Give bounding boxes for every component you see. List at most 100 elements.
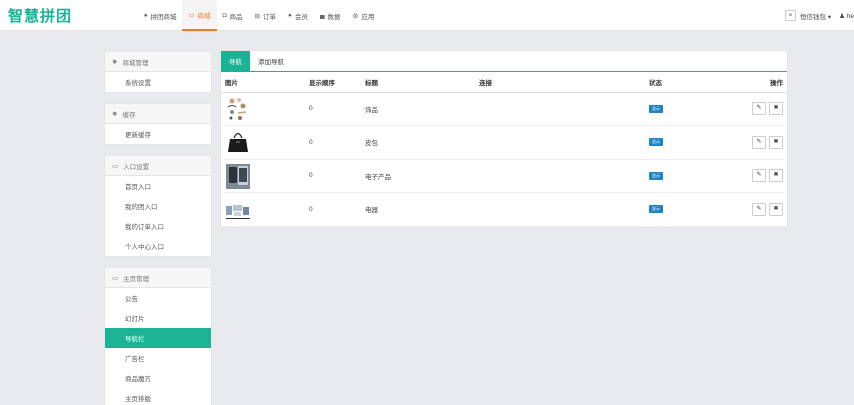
sidebar-group: ✹ 缓存 更新缓存 <box>104 103 212 145</box>
top-bar: 智慧拼团 ♠ 拼团商城 ▭ 商城 ◘ 商品 ⊞ 订单 ● 会员 ▄ 数据 ⚙ 应用 × 恒信钱包 ▾ ♟ … <box>0 0 854 31</box>
sidebar-group-title: 入口设置 <box>123 163 150 171</box>
row-ops: ✎ ✖ <box>717 192 787 227</box>
topnav-item-6[interactable]: ⚙ 应用 <box>347 0 381 31</box>
table-row: 0 电子产品 显示 ✎ ✖ <box>221 159 787 193</box>
col-image: 图片 <box>221 72 305 93</box>
row-image <box>221 159 305 193</box>
row-ops: ✎ ✖ <box>717 159 787 193</box>
status-badge[interactable]: 显示 <box>649 205 663 214</box>
topnav-item-0[interactable]: ♠ 拼团商城 <box>138 0 182 31</box>
topnav-item-4[interactable]: ● 会员 <box>282 0 314 31</box>
topnav-item-1[interactable]: ▭ 商城 <box>182 0 217 31</box>
tab-0[interactable]: 导航 <box>221 51 250 71</box>
sidebar-item[interactable]: 首页入口 <box>105 176 211 196</box>
row-order: 0 <box>305 92 361 126</box>
topnav-label: 拼团商城 <box>150 13 177 21</box>
cogs-icon: ⚙ <box>352 12 359 20</box>
row-status: 显示 <box>645 192 717 227</box>
sidebar-item[interactable]: 我的订单入口 <box>105 216 211 236</box>
top-nav: ♠ 拼团商城 ▭ 商城 ◘ 商品 ⊞ 订单 ● 会员 ▄ 数据 ⚙ 应用 <box>138 0 380 31</box>
sidebar-item[interactable]: 幻灯片 <box>105 308 211 328</box>
topnav-item-3[interactable]: ⊞ 订单 <box>249 0 282 31</box>
main-panel: 导航 添加导航 图片 显示顺序 标题 连接 状态 操作 0 饰品 显示 ✎ ✖ 0 皮包 显示 ✎… <box>220 50 788 228</box>
edit-icon[interactable]: ✎ <box>752 202 766 216</box>
col-order: 显示顺序 <box>305 72 361 93</box>
sidebar-item[interactable]: 商品魔方 <box>105 368 211 388</box>
row-image <box>221 92 305 126</box>
thumbnail-bag[interactable] <box>225 129 301 155</box>
row-order: 0 <box>305 159 361 193</box>
tab-1[interactable]: 添加导航 <box>250 51 292 71</box>
row-status: 显示 <box>645 125 717 160</box>
tab-bar: 导航 添加导航 <box>221 51 787 72</box>
row-link <box>475 92 645 126</box>
sidebar-group: ✹ 商城管理 系统设置 <box>104 51 212 93</box>
delete-icon[interactable]: ✖ <box>769 135 783 149</box>
row-status: 显示 <box>645 159 717 193</box>
window-icon: ▭ <box>112 162 119 170</box>
sidebar-group-title: 缓存 <box>122 111 136 119</box>
topnav-label: 商城 <box>197 12 211 20</box>
topnav-item-2[interactable]: ◘ 商品 <box>217 0 249 31</box>
sidebar-item[interactable]: 我的团入口 <box>105 196 211 216</box>
row-title: 饰品 <box>361 92 475 126</box>
col-status: 状态 <box>645 72 717 93</box>
edit-icon[interactable]: ✎ <box>752 102 766 116</box>
table-header-row: 图片 显示顺序 标题 连接 状态 操作 <box>221 72 787 93</box>
row-title: 皮包 <box>361 125 475 160</box>
topnav-label: 应用 <box>361 13 375 21</box>
cart-icon: ⊞ <box>254 12 260 20</box>
account-dropdown[interactable]: 恒信钱包 ▾ <box>800 11 831 21</box>
nav-table: 图片 显示顺序 标题 连接 状态 操作 0 饰品 显示 ✎ ✖ 0 皮包 显示 ✎ ✖ 0 电子产品显… <box>221 72 787 227</box>
col-ops: 操作 <box>717 72 787 93</box>
edit-icon[interactable]: ✎ <box>752 135 766 149</box>
sidebar-group-header: ▭ 入口设置 <box>105 156 211 176</box>
sidebar-item[interactable]: 系统设置 <box>105 72 211 92</box>
user-icon: ● <box>288 12 292 19</box>
brand-logo[interactable]: 智慧拼团 <box>8 5 72 26</box>
status-badge[interactable]: 显示 <box>649 138 663 147</box>
thumbnail-jewelry[interactable] <box>225 96 301 122</box>
edit-icon[interactable]: ✎ <box>752 169 766 183</box>
top-right: × 恒信钱包 ▾ ♟ he <box>785 0 854 31</box>
monitor-icon: ▭ <box>188 11 195 19</box>
sidebar-group-title: 主页管理 <box>123 275 150 283</box>
sidebar-item[interactable]: 广告栏 <box>105 348 211 368</box>
sidebar-group: ▭ 入口设置首页入口 我的团入口 我的订单入口 个人中心入口 <box>104 155 212 257</box>
sidebar-group-header: ✹ 商城管理 <box>105 52 211 72</box>
topnav-label: 数据 <box>327 13 341 21</box>
delete-icon[interactable]: ✖ <box>769 202 783 216</box>
table-row: 0 皮包 显示 ✎ ✖ <box>221 125 787 160</box>
topnav-item-5[interactable]: ▄ 数据 <box>314 0 347 31</box>
delete-icon[interactable]: ✖ <box>769 102 783 116</box>
table-row: 0 饰品 显示 ✎ ✖ <box>221 92 787 126</box>
thumbnail-phone[interactable] <box>225 163 301 189</box>
status-badge[interactable]: 显示 <box>649 104 663 113</box>
row-link <box>475 159 645 193</box>
topnav-label: 商品 <box>229 13 243 21</box>
delete-icon[interactable]: ✖ <box>769 169 783 183</box>
sidebar: ✹ 商城管理 系统设置 ✹ 缓存 更新缓存 ▭ 入口设置 首页入口 我的团入口 我的订单入口 个人中心… <box>104 51 212 405</box>
thumbnail-appliance[interactable] <box>225 196 301 222</box>
sidebar-item[interactable]: 更新缓存 <box>105 124 211 144</box>
sidebar-group-header: ▭ 主页管理 <box>105 268 211 288</box>
chart-icon: ▄ <box>319 12 325 19</box>
sidebar-item[interactable]: 个人中心入口 <box>105 236 211 256</box>
sidebar-item[interactable]: 主页排版 <box>105 388 211 405</box>
user-menu[interactable]: ♟ he <box>839 12 854 20</box>
row-ops: ✎ ✖ <box>717 125 787 160</box>
home-icon: ♠ <box>144 12 148 19</box>
row-title: 电子产品 <box>361 159 475 193</box>
row-ops: ✎ ✖ <box>717 92 787 126</box>
sidebar-group: ▭ 主页管理 公告 幻灯片 导航栏 广告栏 商品魔方 主页排版 <box>104 267 212 405</box>
sidebar-item[interactable]: 公告 <box>105 288 211 308</box>
topnav-label: 会员 <box>294 13 308 21</box>
sidebar-item[interactable]: 导航栏 <box>105 328 211 348</box>
status-badge[interactable]: 显示 <box>649 171 663 180</box>
table-row: 0 电器 显示 ✎ ✖ <box>221 192 787 227</box>
col-title: 标题 <box>361 72 475 93</box>
topnav-label: 订单 <box>263 13 276 21</box>
close-icon[interactable]: × <box>785 10 797 21</box>
row-link <box>475 192 645 227</box>
row-image <box>221 192 305 227</box>
